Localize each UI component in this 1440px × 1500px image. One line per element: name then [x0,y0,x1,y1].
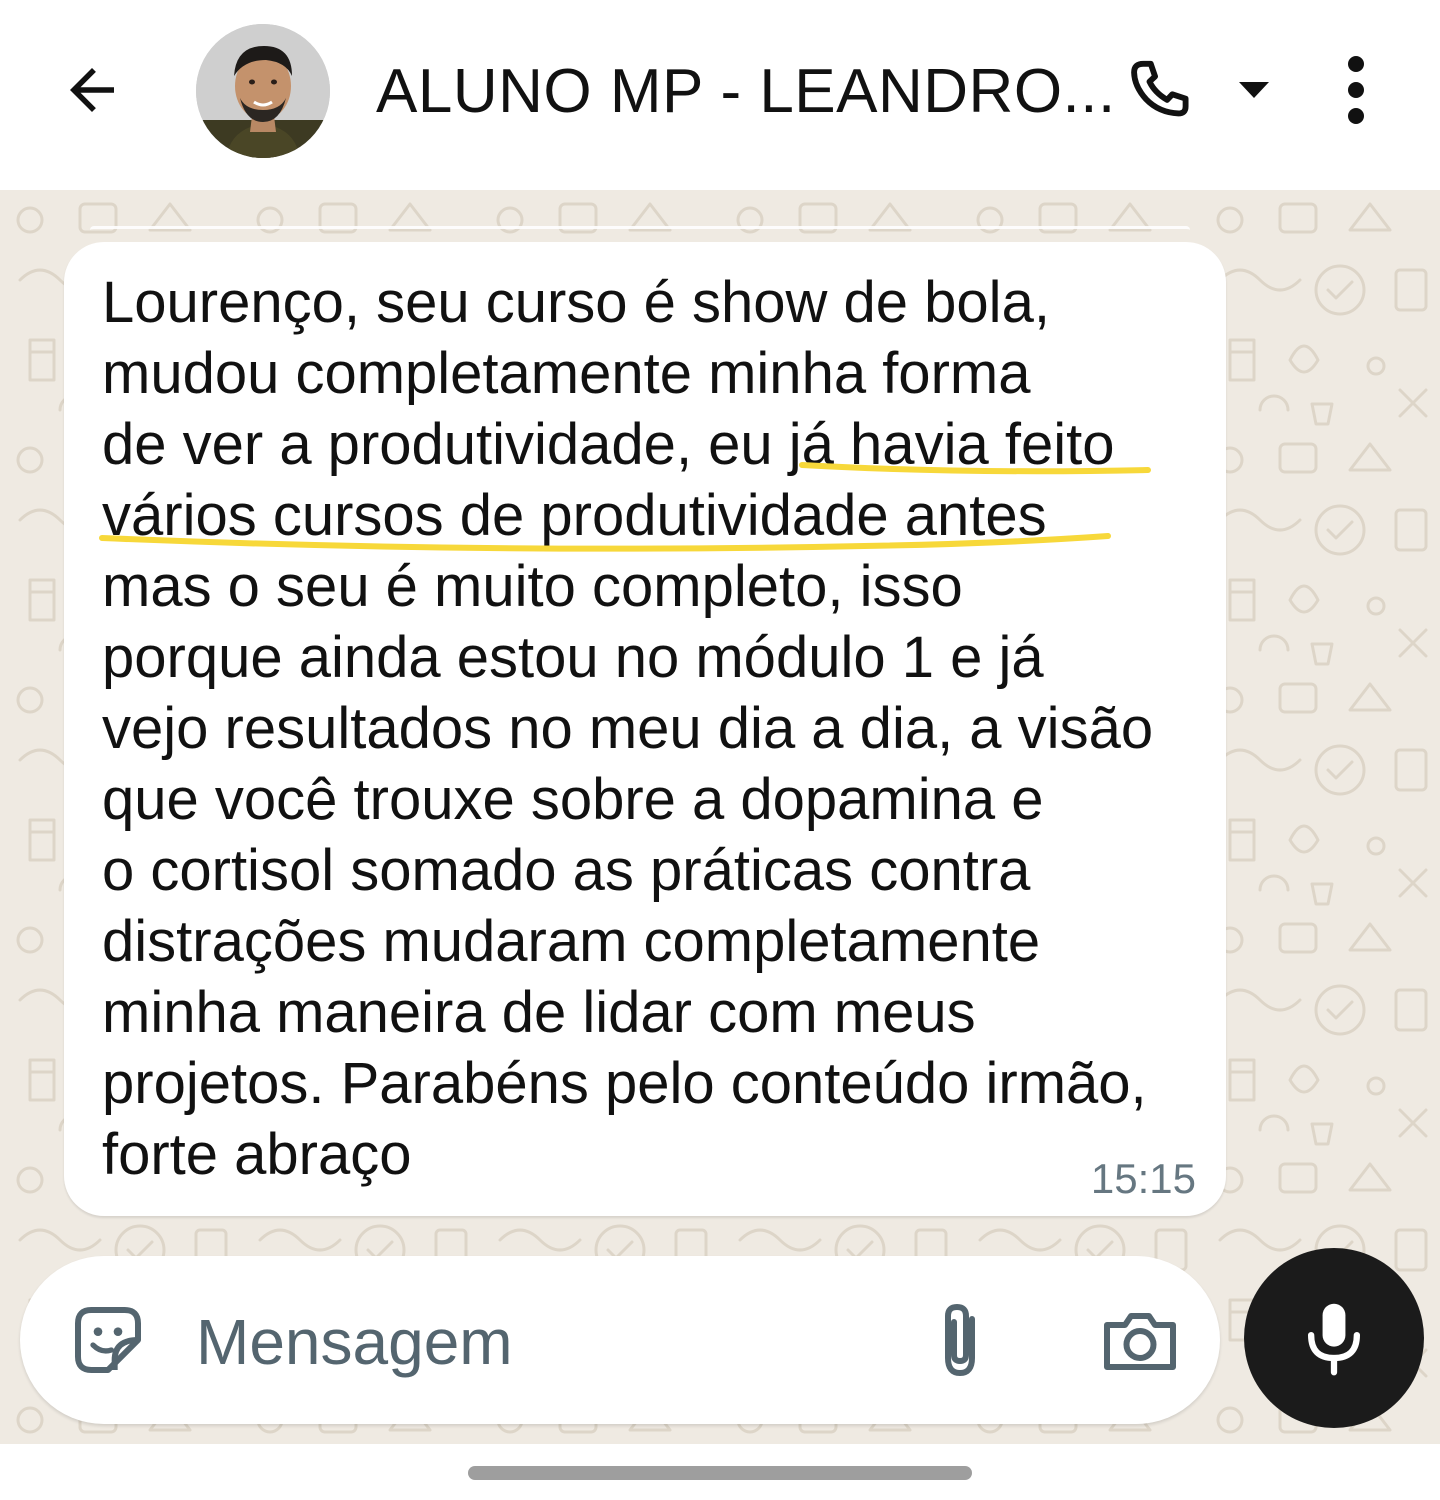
camera-icon [1104,1313,1176,1370]
attach-button[interactable] [920,1296,1000,1384]
caret-down-icon [1239,82,1269,98]
message-line: que você trouxe sobre a dopamina e [102,767,1044,832]
more-options-button[interactable] [1322,48,1390,132]
phone-icon [1131,60,1189,117]
message-line: de ver a produtividade, eu já havia feit… [102,412,1115,477]
message-composer [20,1256,1220,1424]
contact-name[interactable]: ALUNO MP - LEANDRO... [376,52,1115,132]
message-line: Lourenço, seu curso é show de bola, [102,270,1050,335]
message-bubble[interactable]: Lourenço, seu curso é show de bola, mudo… [64,242,1226,1216]
voice-message-button[interactable] [1244,1248,1424,1428]
message-time: 15:15 [1090,1155,1196,1202]
paperclip-icon [945,1303,975,1377]
message-line: vários cursos de produtividade antes [102,483,1047,548]
previous-message-edge [90,226,1190,237]
camera-button[interactable] [1092,1296,1188,1384]
message-line: o cortisol somado as práticas contra [102,838,1031,903]
microphone-icon [1308,1303,1360,1376]
emoji-sticker-button[interactable] [64,1296,152,1384]
message-line: projetos. Parabéns pelo conteúdo irmão, [102,1051,1147,1116]
message-line: distrações mudaram completamente [102,909,1041,974]
message-line: mudou completamente minha forma [102,341,1031,406]
message-line: forte abraço [102,1122,412,1187]
sticker-emoji-icon [75,1307,141,1373]
call-options-button[interactable] [1230,70,1278,110]
contact-photo [196,24,330,158]
voice-call-button[interactable] [1120,52,1200,128]
message-line: porque ainda estou no módulo 1 e já [102,625,1044,690]
arrow-left-icon [70,68,114,112]
message-line: mas o seu é muito completo, isso [102,554,963,619]
message-line: minha maneira de lidar com meus [102,980,976,1045]
message-line: vejo resultados no meu dia a dia, a visã… [102,696,1154,761]
message-input[interactable] [196,1300,896,1384]
system-navigation-bar [0,1444,1440,1500]
avatar[interactable] [196,24,330,158]
back-button[interactable] [52,52,132,128]
home-indicator[interactable] [468,1466,972,1480]
more-vertical-icon [1348,56,1364,124]
chat-header: ALUNO MP - LEANDRO... [0,0,1440,190]
